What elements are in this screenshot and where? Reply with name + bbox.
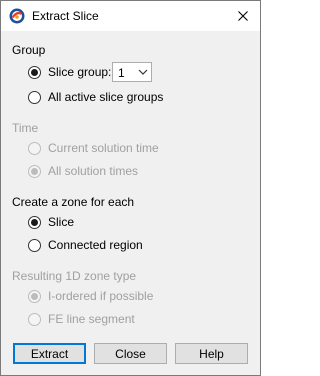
connected-region-radio[interactable] <box>28 238 41 252</box>
slice-group-select[interactable]: 1 <box>112 62 152 82</box>
current-solution-time-label: Current solution time <box>48 141 159 155</box>
close-window-button[interactable] <box>226 1 260 31</box>
group-heading: Group <box>12 43 46 57</box>
tecplot-app-icon <box>9 8 25 24</box>
all-solution-times-label: All solution times <box>48 164 139 178</box>
chevron-down-icon <box>138 69 148 75</box>
zone-type-heading: Resulting 1D zone type <box>12 269 137 283</box>
all-active-slice-groups-radio[interactable] <box>28 90 41 104</box>
extract-slice-dialog: Extract Slice Group Slice group: 1 All a… <box>0 0 261 376</box>
slice-label: Slice <box>48 215 75 229</box>
connected-region-radio-option[interactable]: Connected region <box>28 237 143 253</box>
fe-line-segment-radio[interactable] <box>28 312 41 326</box>
slice-radio-option[interactable]: Slice <box>28 214 74 230</box>
fe-line-segment-label: FE line segment <box>48 312 135 326</box>
slice-group-label: Slice group: <box>48 65 112 79</box>
window-title: Extract Slice <box>32 9 99 23</box>
i-ordered-label: I-ordered if possible <box>48 289 154 303</box>
i-ordered-radio[interactable] <box>28 289 41 303</box>
all-solution-times-radio[interactable] <box>28 164 41 178</box>
create-zone-heading: Create a zone for each <box>12 195 135 209</box>
slice-group-value: 1 <box>118 66 125 80</box>
close-button[interactable]: Close <box>94 343 167 364</box>
fe-line-segment-radio-option[interactable]: FE line segment <box>28 311 135 327</box>
connected-region-label: Connected region <box>48 238 143 252</box>
slice-group-radio-option[interactable]: Slice group: <box>28 64 111 80</box>
all-active-slice-groups-label: All active slice groups <box>48 90 164 104</box>
all-active-slice-groups-radio-option[interactable]: All active slice groups <box>28 89 163 105</box>
extract-button[interactable]: Extract <box>13 343 86 364</box>
current-solution-time-radio[interactable] <box>28 141 41 155</box>
all-solution-times-radio-option[interactable]: All solution times <box>28 163 138 179</box>
slice-group-radio[interactable] <box>28 65 41 79</box>
help-button[interactable]: Help <box>175 343 248 364</box>
i-ordered-radio-option[interactable]: I-ordered if possible <box>28 288 153 304</box>
title-bar: Extract Slice <box>1 1 260 31</box>
close-icon <box>238 11 248 21</box>
slice-radio[interactable] <box>28 215 41 229</box>
time-heading: Time <box>12 121 39 135</box>
current-solution-time-radio-option[interactable]: Current solution time <box>28 140 159 156</box>
